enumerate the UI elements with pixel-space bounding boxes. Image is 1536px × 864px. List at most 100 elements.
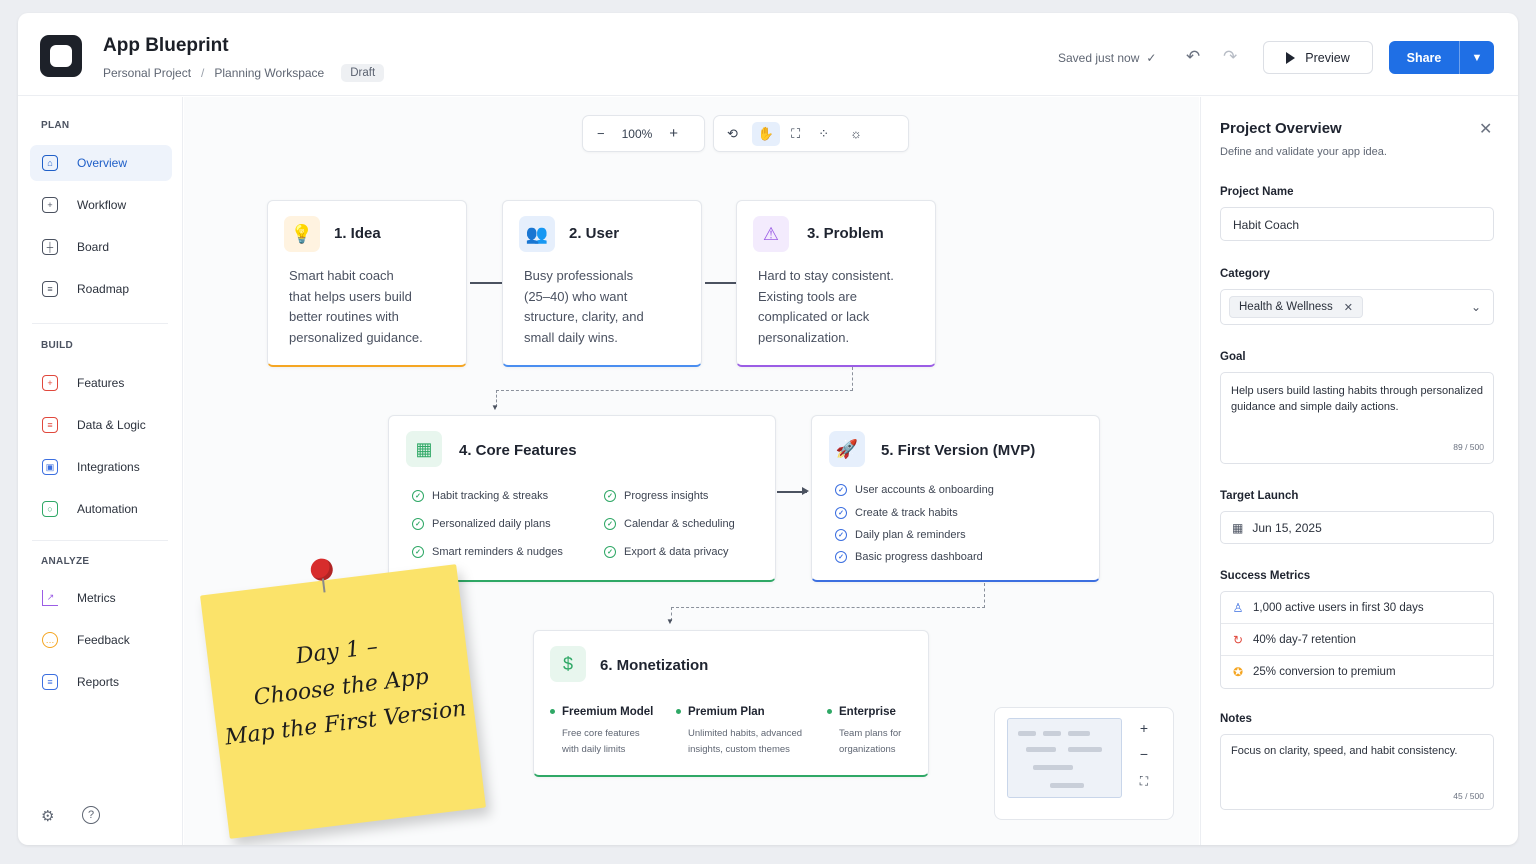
check-circle-icon: ✓: [412, 490, 424, 502]
preview-button[interactable]: Preview: [1263, 41, 1373, 74]
help-icon[interactable]: ?: [82, 806, 100, 824]
plan-description: Team plans for organizations: [839, 726, 901, 757]
plan-description: Free core features with daily limits: [562, 726, 653, 757]
play-icon: [1286, 51, 1296, 64]
notes-label: Notes: [1220, 713, 1252, 725]
sidebar-item-data-logic[interactable]: ≡ Data & Logic: [30, 407, 172, 443]
goal-textarea[interactable]: Help users build lasting habits through …: [1220, 372, 1494, 464]
panel-subtitle: Define and validate your app idea.: [1220, 146, 1387, 158]
feature-item: ✓ Personalized daily plans: [412, 518, 551, 530]
card-text-line: structure, clarity, and: [524, 309, 644, 324]
calendar-icon: ▦: [1232, 520, 1244, 535]
breadcrumb-item-project[interactable]: Personal Project: [103, 66, 191, 80]
divider: [32, 323, 168, 324]
hand-icon[interactable]: ✋: [751, 121, 781, 146]
metric-row[interactable]: ✪ 25% conversion to premium: [1221, 656, 1493, 688]
board-icon: ┼: [42, 239, 58, 255]
category-label: Category: [1220, 268, 1270, 280]
sticky-note[interactable]: Day 1 – Choose the App Map the First Ver…: [200, 557, 486, 839]
zoom-level: 100%: [621, 126, 653, 141]
panel-title: Project Overview: [1220, 120, 1342, 137]
dashed-connector: [496, 390, 853, 391]
workflow-icon: +: [42, 197, 58, 213]
sidebar-item-metrics[interactable]: ↗ Metrics: [30, 580, 172, 616]
sticky-note-text: Day 1 – Choose the App Map the First Ver…: [207, 619, 476, 758]
mvp-card[interactable]: 🚀 5. First Version (MVP) ✓ User accounts …: [811, 415, 1100, 582]
minimap-zoom-out-button[interactable]: −: [1135, 746, 1153, 762]
close-icon[interactable]: ✕: [1479, 119, 1492, 139]
fullscreen-icon[interactable]: ⛶: [1135, 774, 1153, 789]
sidebar-item-label: Board: [77, 240, 110, 254]
breadcrumb-item-workspace[interactable]: Planning Workspace: [214, 66, 324, 80]
sidebar-item-workflow[interactable]: + Workflow: [30, 187, 172, 223]
dashed-connector: [984, 583, 985, 608]
card-title: 4. Core Features: [459, 442, 577, 459]
fit-icon[interactable]: ⛶: [791, 126, 800, 142]
sidebar-item-roadmap[interactable]: ≡ Roadmap: [30, 271, 172, 307]
chevron-down-icon[interactable]: ▼: [1459, 41, 1494, 74]
plan-name: Freemium Model: [550, 706, 653, 718]
card-text-line: that helps users build: [289, 288, 412, 304]
target-launch-field[interactable]: ▦ Jun 15, 2025: [1220, 511, 1494, 544]
minimap-zoom-in-button[interactable]: +: [1135, 720, 1153, 736]
sidebar-item-reports[interactable]: ≡ Reports: [30, 664, 172, 700]
plan-premium: Premium Plan Unlimited habits, advanced …: [676, 706, 802, 757]
problem-card[interactable]: ⚠ 3. Problem Hard to stay consistent. Ex…: [736, 200, 936, 367]
card-text-line: Smart habit coach: [289, 268, 394, 283]
card-title: 2. User: [569, 225, 620, 242]
preview-label: Preview: [1305, 50, 1350, 65]
sidebar-item-overview[interactable]: ⌂ Overview: [30, 145, 172, 181]
coin-icon: $: [550, 646, 586, 682]
idea-card[interactable]: 💡 1. Idea Smart habit coach that helps u…: [267, 200, 467, 367]
sidebar-item-label: Automation: [77, 502, 138, 516]
rotate-icon[interactable]: ⟲: [727, 126, 738, 142]
feature-label: Smart reminders & nudges: [432, 546, 563, 558]
check-icon: ✓: [1146, 51, 1157, 65]
undo-icon[interactable]: ↶: [1186, 47, 1200, 67]
notes-textarea[interactable]: Focus on clarity, speed, and habit consi…: [1220, 734, 1494, 810]
sidebar-section-title: PLAN: [41, 120, 70, 131]
app-logo[interactable]: [40, 35, 82, 77]
plan-desc-line: Unlimited habits, advanced: [688, 728, 803, 739]
metric-row[interactable]: ♙ 1,000 active users in first 30 days: [1221, 592, 1493, 624]
check-circle-icon: ✓: [604, 546, 616, 558]
grid-features-icon: ▦: [406, 431, 442, 467]
settings-icon[interactable]: ⚙: [41, 807, 54, 825]
theme-icon[interactable]: ☼: [850, 126, 862, 141]
card-text-line: Hard to stay consistent.: [758, 268, 894, 283]
zoom-out-button[interactable]: −: [597, 126, 605, 141]
zoom-in-button[interactable]: +: [669, 125, 678, 142]
sidebar-item-features[interactable]: + Features: [30, 365, 172, 401]
sidebar-item-feedback[interactable]: … Feedback: [30, 622, 172, 658]
share-button[interactable]: Share ▼: [1389, 41, 1494, 74]
feature-label: Habit tracking & streaks: [432, 490, 549, 502]
redo-icon[interactable]: ↷: [1223, 47, 1237, 67]
feature-item: ✓ Create & track habits: [835, 507, 958, 519]
sidebar-item-integrations[interactable]: ▣ Integrations: [30, 449, 172, 485]
plan-name-text: Freemium Model: [562, 706, 654, 718]
remove-chip-icon[interactable]: ✕: [1344, 301, 1353, 314]
dashed-connector: [852, 367, 853, 391]
top-bar: App Blueprint Personal Project / Plannin…: [18, 13, 1518, 96]
check-circle-icon: ✓: [412, 546, 424, 558]
card-title: 1. Idea: [334, 225, 381, 242]
app-window: App Blueprint Personal Project / Plannin…: [18, 13, 1518, 845]
monetization-card[interactable]: $ 6. Monetization Freemium Model Free co…: [533, 630, 929, 777]
grid-icon[interactable]: ⁘: [818, 126, 829, 142]
check-circle-icon: ✓: [835, 551, 847, 563]
core-features-card[interactable]: ▦ 4. Core Features ✓ Habit tracking & str…: [388, 415, 776, 582]
chevron-down-icon[interactable]: ⌄: [1471, 300, 1481, 314]
zoom-controls: − 100% +: [582, 115, 705, 152]
metric-row[interactable]: ↻ 40% day-7 retention: [1221, 624, 1493, 656]
project-name-field[interactable]: Habit Coach: [1220, 207, 1494, 241]
user-card[interactable]: 👥 2. User Busy professionals (25–40) who…: [502, 200, 702, 367]
minimap-viewport[interactable]: [1007, 718, 1122, 798]
card-text-line: better routines with: [289, 309, 399, 324]
home-icon: ⌂: [42, 155, 58, 171]
status-badge: Draft: [341, 64, 385, 82]
category-select[interactable]: Health & Wellness ✕ ⌄: [1220, 289, 1494, 325]
sidebar-item-board[interactable]: ┼ Board: [30, 229, 172, 265]
canvas[interactable]: − 100% + ⟲ ✋ ⛶ ⁘ ☼ 💡 1. Idea Smart habit…: [184, 97, 1199, 845]
category-chip: Health & Wellness ✕: [1229, 296, 1363, 318]
sidebar-item-automation[interactable]: ○ Automation: [30, 491, 172, 527]
